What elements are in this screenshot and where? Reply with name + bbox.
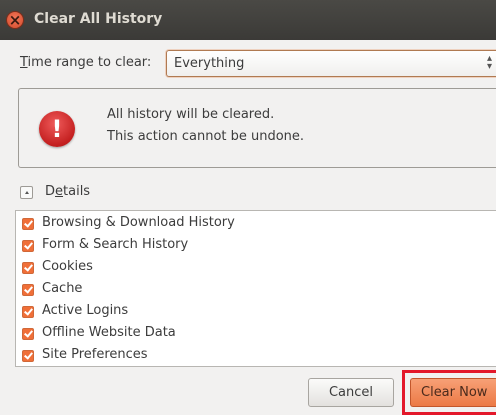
details-label[interactable]: Details (45, 184, 90, 199)
select-arrows-icon: ▴ ▾ (486, 53, 492, 72)
checkbox-icon[interactable] (22, 328, 34, 340)
warning-box: All history will be cleared. This action… (18, 88, 496, 168)
checkbox-icon[interactable] (22, 218, 34, 230)
time-range-label: Time range to clear: (20, 55, 152, 70)
warning-icon (39, 111, 75, 147)
clear-now-button[interactable]: Clear Now (410, 378, 496, 407)
checkbox-icon[interactable] (22, 262, 34, 274)
time-range-value: Everything (174, 56, 245, 71)
checkbox-icon[interactable] (22, 350, 34, 362)
checkbox-icon[interactable] (22, 284, 34, 296)
window-title: Clear All History (34, 11, 163, 27)
checkbox-icon[interactable] (22, 306, 34, 318)
warning-submessage: This action cannot be undone. (107, 129, 305, 144)
title-bar: Clear All History (0, 0, 496, 40)
warning-message: All history will be cleared. (107, 107, 275, 122)
cancel-button[interactable]: Cancel (308, 378, 394, 407)
history-items-list: Browsing & Download History Form & Searc… (15, 210, 496, 367)
close-icon[interactable] (7, 10, 23, 30)
time-range-select[interactable]: Everything ▴ ▾ (166, 50, 496, 77)
checkbox-icon[interactable] (22, 240, 34, 252)
details-toggle-icon[interactable] (20, 186, 33, 199)
